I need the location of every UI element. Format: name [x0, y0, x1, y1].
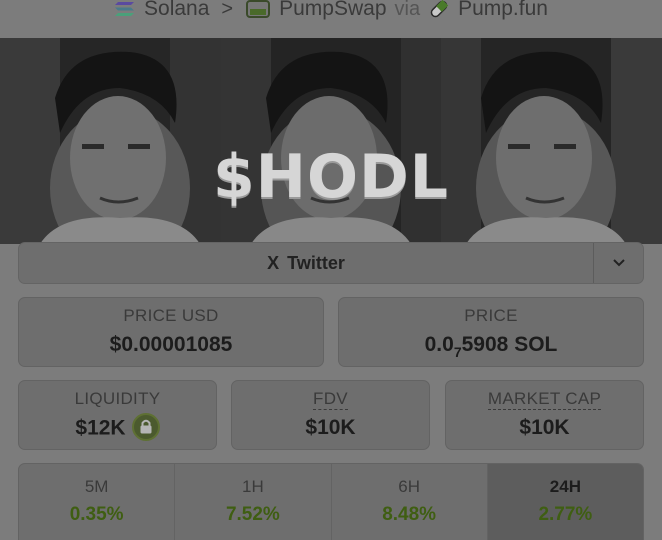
tab-1h[interactable]: 1H 7.52%: [175, 464, 332, 540]
price-unit: SOL: [514, 333, 558, 356]
market-cap-card: MARKET CAP $10K: [445, 380, 644, 450]
pumpswap-icon: [246, 0, 271, 18]
portrait-image: [441, 38, 662, 244]
chevron-right-icon: >: [221, 0, 234, 20]
tab-label: 24H: [549, 477, 581, 496]
token-ticker: $HODL: [212, 142, 449, 212]
more-links-button[interactable]: [593, 243, 643, 283]
fdv-label-row: FDV: [232, 389, 429, 410]
tab-change: 2.77%: [538, 504, 593, 525]
price-native-label: PRICE: [464, 306, 518, 325]
twitter-label: Twitter: [287, 252, 345, 273]
dex-link[interactable]: PumpSwap: [279, 0, 386, 21]
tab-6h[interactable]: 6H 8.48%: [332, 464, 488, 540]
market-cap-label-row: MARKET CAP: [446, 389, 643, 410]
launchpad-link[interactable]: Pump.fun: [458, 0, 548, 21]
portrait-image: [220, 38, 442, 244]
liquidity-label: LIQUIDITY: [74, 389, 161, 408]
market-cap-label[interactable]: MARKET CAP: [487, 389, 602, 410]
fdv-label[interactable]: FDV: [313, 389, 348, 410]
social-links-bar: X Twitter: [18, 242, 644, 284]
lock-icon[interactable]: [131, 413, 160, 441]
price-usd-value: $0.00001085: [109, 333, 233, 356]
via-text: via: [394, 0, 421, 20]
fdv-card: FDV $10K: [231, 380, 430, 450]
timeframe-tabs: 5M 0.35% 1H 7.52% 6H 8.48% 24H 2.77%: [18, 463, 644, 540]
price-native-card: PRICE 0.075908 SOL: [338, 297, 644, 367]
chain-link[interactable]: Solana: [144, 0, 209, 21]
tab-5m[interactable]: 5M 0.35%: [19, 464, 176, 540]
price-usd-label: PRICE USD: [123, 306, 219, 325]
tab-change: 7.52%: [225, 504, 280, 525]
tab-label: 1H: [242, 477, 264, 496]
tab-change: 0.35%: [69, 504, 124, 525]
tab-24h[interactable]: 24H 2.77%: [487, 464, 643, 540]
pill-icon: [430, 0, 449, 18]
chevron-down-icon: [612, 259, 625, 267]
portrait-image: [0, 38, 221, 244]
liquidity-value: $12K: [75, 416, 126, 440]
liquidity-value-row: $12K: [19, 413, 216, 443]
solana-icon: [115, 2, 135, 16]
tab-label: 5M: [84, 477, 109, 496]
fdv-value: $10K: [305, 416, 356, 439]
price-usd-card: PRICE USD $0.00001085: [18, 297, 324, 367]
market-cap-value: $10K: [519, 416, 570, 439]
zero-count-subscript: 7: [453, 344, 462, 360]
liquidity-card: LIQUIDITY $12K: [18, 380, 217, 450]
twitter-button[interactable]: X Twitter: [19, 243, 593, 283]
breadcrumb: Solana > PumpSwap via Pump.fun: [0, 0, 662, 28]
tab-change: 8.48%: [382, 504, 437, 525]
tab-label: 6H: [398, 477, 420, 496]
x-logo-icon: X: [267, 252, 280, 273]
price-native-value: 0.075908 SOL: [424, 333, 558, 360]
token-banner: $HODL: [0, 38, 662, 244]
